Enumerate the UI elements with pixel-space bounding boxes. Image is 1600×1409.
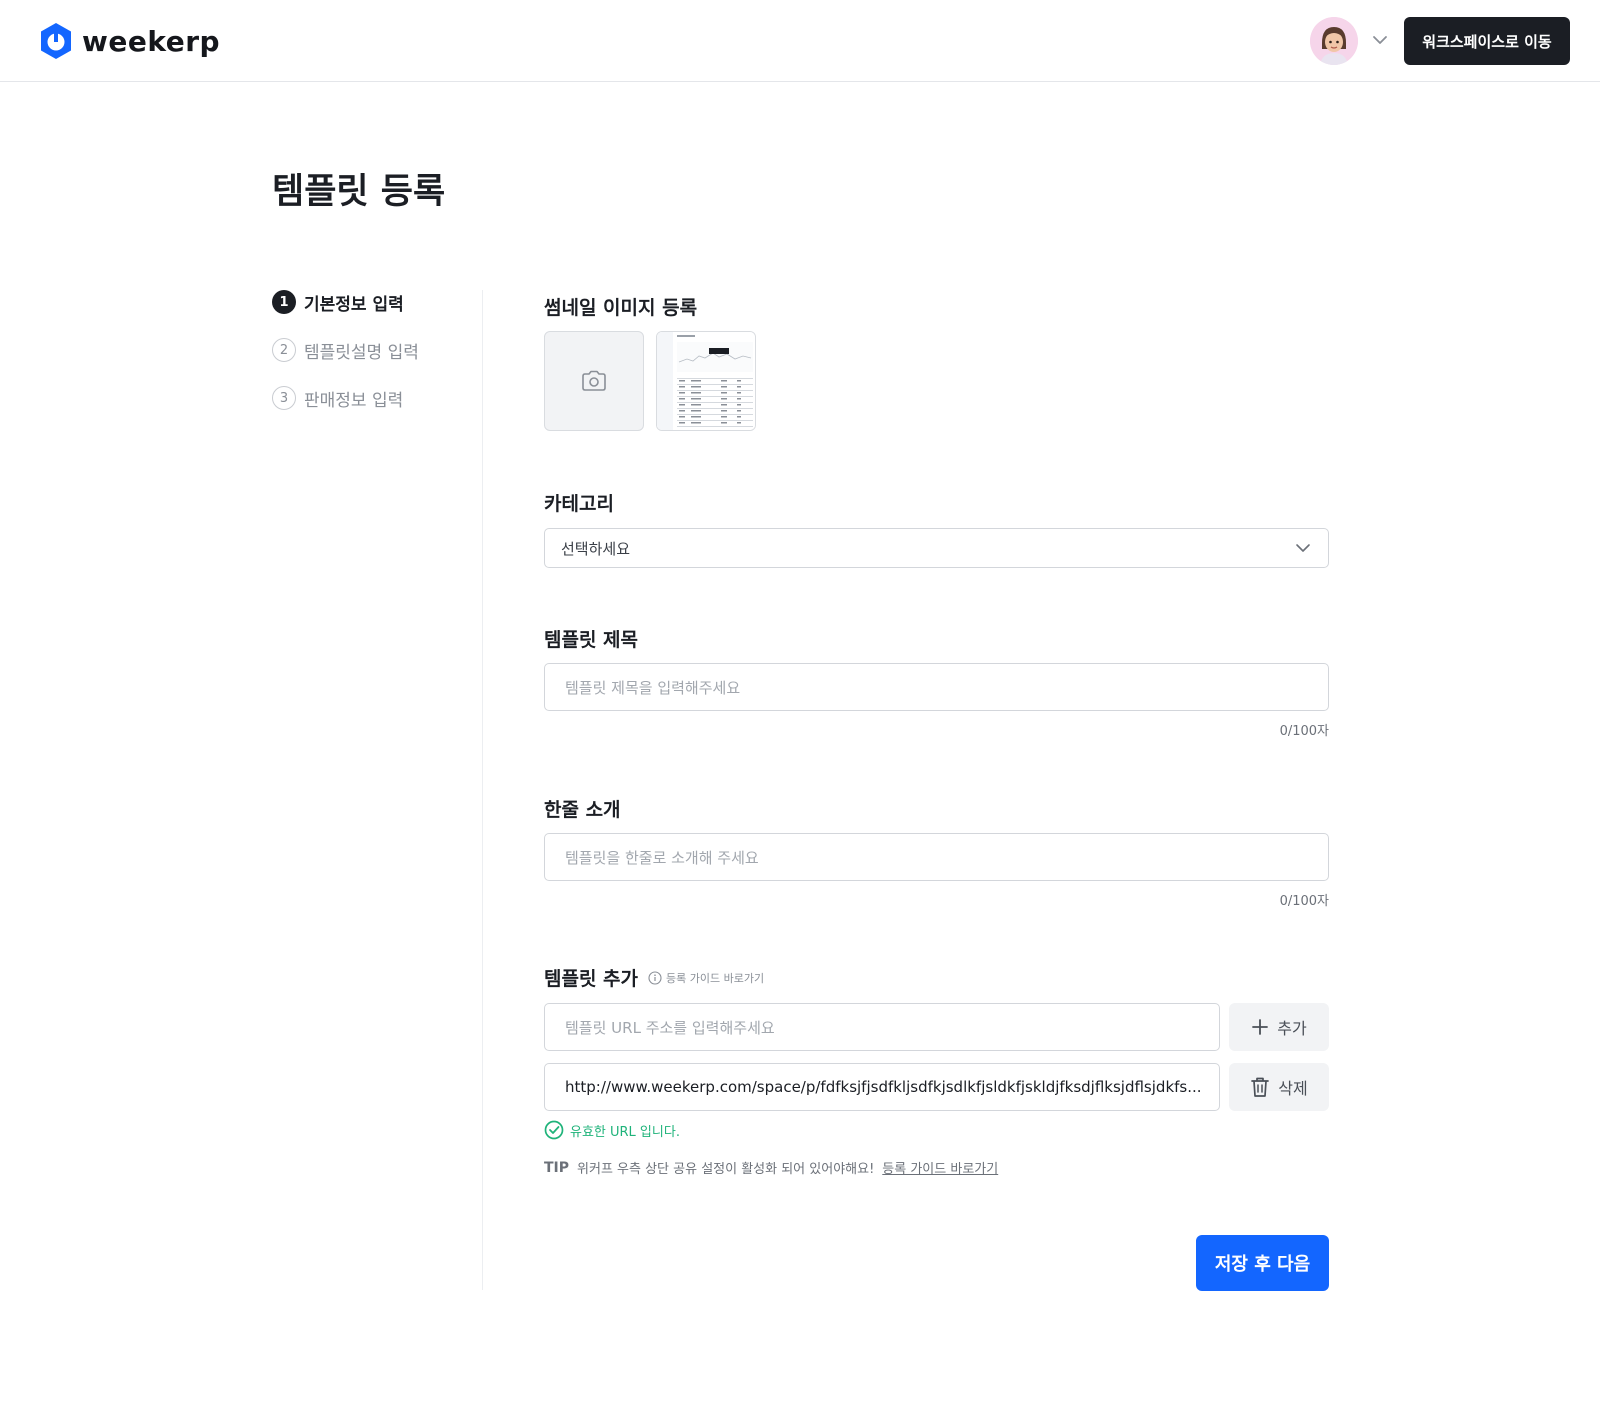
category-selected-value: 선택하세요 [561,539,631,558]
step-label: 기본정보 입력 [304,294,404,315]
vertical-divider [482,290,483,1290]
step-template-description[interactable]: 2 템플릿설명 입력 [272,338,419,363]
go-to-workspace-button[interactable]: 워크스페이스로 이동 [1404,17,1570,65]
template-url-placeholder: 템플릿 URL 주소를 입력해주세요 [565,1018,775,1037]
step-nav: 1 기본정보 입력 2 템플릿설명 입력 3 판매정보 입력 [272,290,419,434]
step-label: 판매정보 입력 [304,390,404,411]
category-section-title: 카테고리 [544,493,614,515]
add-url-button[interactable]: 추가 [1229,1003,1329,1051]
tip-text: 위커프 우측 상단 공유 설정이 활성화 되어 있어야해요! [577,1162,875,1177]
top-bar: weekerp 워크스페이스로 이동 [0,0,1600,82]
registration-guide-link[interactable]: 등록 가이드 바로가기 [648,970,764,986]
chevron-down-icon[interactable] [1370,30,1390,50]
template-add-section-title: 템플릿 추가 [544,968,639,990]
template-title-section-title: 템플릿 제목 [544,629,639,651]
thumbnail-upload-button[interactable] [544,331,644,431]
save-and-next-button[interactable]: 저장 후 다음 [1196,1235,1329,1291]
delete-url-button[interactable]: 삭제 [1229,1063,1329,1111]
step-number: 3 [272,386,296,410]
template-title-counter: 0/100자 [1279,724,1329,739]
registration-guide-label: 등록 가이드 바로가기 [666,971,765,985]
avatar-icon [1310,17,1358,65]
template-url-input[interactable]: 템플릿 URL 주소를 입력해주세요 [544,1003,1220,1051]
thumbnail-list [544,331,756,431]
delete-url-label: 삭제 [1278,1079,1308,1098]
dashboard-preview-image [657,332,755,430]
brand-name: weekerp [82,24,221,58]
tip-row: TIP 위커프 우측 상단 공유 설정이 활성화 되어 있어야해요! 등록 가이… [544,1158,998,1178]
info-icon [648,970,662,985]
thumbnail-section-title: 썸네일 이미지 등록 [544,297,698,319]
tip-tag: TIP [544,1159,570,1176]
brand-logo[interactable]: weekerp [38,22,220,60]
step-number: 1 [272,290,296,314]
intro-counter: 0/100자 [1279,894,1329,909]
user-avatar[interactable] [1310,17,1358,65]
trash-icon [1251,1077,1270,1097]
page-title: 템플릿 등록 [272,172,446,212]
template-url-entry[interactable]: http://www.weekerp.com/space/p/fdfksjfjs… [544,1063,1220,1111]
thumbnail-preview-image[interactable] [656,331,756,431]
url-valid-text: 유효한 URL 입니다. [570,1124,680,1140]
camera-icon [582,370,606,391]
step-label: 템플릿설명 입력 [304,342,419,363]
step-sales-info[interactable]: 3 판매정보 입력 [272,386,419,411]
check-circle-icon [544,1120,564,1140]
category-select[interactable]: 선택하세요 [544,528,1329,568]
url-valid-message: 유효한 URL 입니다. [544,1120,680,1140]
template-title-input[interactable]: 템플릿 제목을 입력해주세요 [544,663,1329,711]
intro-input[interactable]: 템플릿을 한줄로 소개해 주세요 [544,833,1329,881]
chevron-down-icon [1296,544,1310,552]
template-title-placeholder: 템플릿 제목을 입력해주세요 [565,678,741,697]
tip-guide-link[interactable]: 등록 가이드 바로가기 [882,1158,998,1177]
brand-logo-icon [41,23,71,59]
add-url-label: 추가 [1277,1019,1307,1038]
template-add-header: 템플릿 추가 등록 가이드 바로가기 [544,964,764,991]
intro-section-title: 한줄 소개 [544,799,621,821]
step-number: 2 [272,338,296,362]
plus-icon [1252,1019,1269,1035]
intro-placeholder: 템플릿을 한줄로 소개해 주세요 [565,848,759,867]
template-url-value: http://www.weekerp.com/space/p/fdfksjfjs… [565,1078,1202,1096]
step-basic-info[interactable]: 1 기본정보 입력 [272,290,419,315]
